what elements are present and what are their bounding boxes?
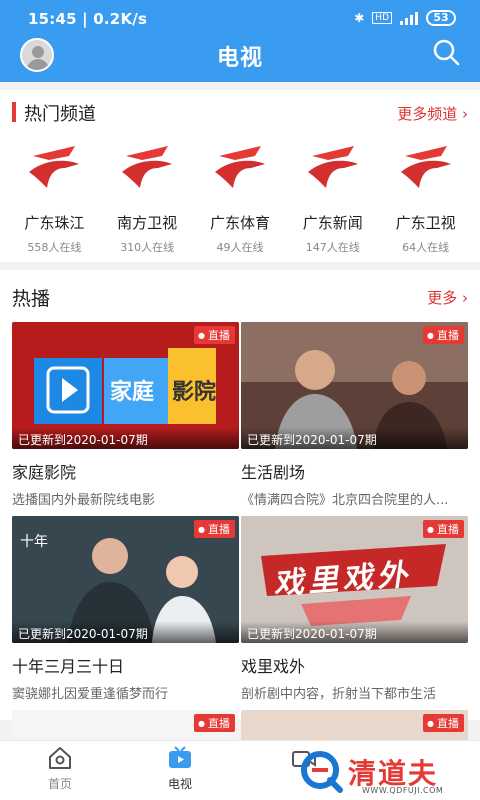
channel-online-count: 310人在线 — [120, 241, 175, 254]
status-time-speed: 15:45 | 0.2K/s — [28, 10, 148, 28]
program-thumbnail[interactable]: 直播 已更新到2020-01-07期 — [241, 322, 468, 449]
program-thumbnail[interactable]: 直播 — [12, 710, 239, 740]
hd-icon: HD — [372, 12, 392, 24]
gdtv-logo-icon — [122, 146, 173, 188]
tab-tv[interactable]: 电视 — [140, 745, 220, 792]
status-bar: 15:45 | 0.2K/s ✱ HD 53 — [0, 0, 480, 38]
channel-item[interactable]: 广东珠江 558人在线 — [11, 142, 97, 255]
channel-item[interactable]: 广东体育 49人在线 — [197, 142, 283, 255]
hot-channels-title: 热门频道 — [24, 104, 96, 125]
watermark-url: WWW.QDFUJI.COM — [362, 786, 444, 795]
live-badge: 直播 — [423, 714, 464, 732]
svg-text:十年: 十年 — [20, 534, 48, 550]
channel-name: 广东珠江 — [24, 214, 85, 232]
live-badge: 直播 — [423, 326, 464, 344]
program-card[interactable]: 直播 — [12, 710, 239, 740]
tv-icon — [169, 746, 191, 768]
gdtv-logo-icon — [307, 146, 358, 188]
tab-home[interactable]: 首页 — [20, 745, 100, 792]
program-thumbnail[interactable]: 直播 — [241, 710, 468, 740]
thumb-text-cinema: 影院 — [172, 380, 217, 405]
update-info: 已更新到2020-01-07期 — [241, 621, 468, 643]
more-channels-link[interactable]: 更多频道 › — [397, 103, 468, 124]
hot-broadcast-title: 热播 — [12, 288, 51, 310]
gdtv-logo-icon — [29, 146, 80, 188]
live-badge: 直播 — [194, 714, 235, 732]
program-card[interactable]: 直播 已更新到2020-01-07期 生活剧场 《情满四合院》北京四合院里的人.… — [241, 322, 468, 508]
program-card[interactable]: 家庭 影院 直播 已更新到2020-01-07期 家庭影院 选播国内外最新院线电… — [12, 322, 239, 508]
program-desc: 选播国内外最新院线电影 — [12, 493, 156, 508]
channel-item[interactable]: 广东新闻 147人在线 — [290, 142, 376, 255]
program-title: 十年三月三十日 — [12, 657, 125, 676]
program-thumbnail[interactable]: 戏里戏外 直播 已更新到2020-01-07期 — [241, 516, 468, 643]
channel-name: 广东卫视 — [395, 214, 456, 232]
channel-online-count: 64人在线 — [402, 241, 450, 254]
live-badge: 直播 — [423, 520, 464, 538]
watermark: 清道夫 WWW.QDFUJI.COM — [300, 748, 478, 798]
program-thumbnail[interactable]: 十年 直播 已更新到2020-01-07期 — [12, 516, 239, 643]
hot-broadcast-section: 热播 更多 › 家庭 影院 直播 已更新到2020-01-07期 家庭影院 选播… — [0, 270, 480, 740]
program-desc: 《情满四合院》北京四合院里的人... — [241, 493, 449, 508]
battery-icon: 53 — [426, 10, 456, 26]
tab-home-label: 首页 — [47, 777, 72, 791]
bluetooth-icon: ✱ — [354, 11, 365, 25]
channel-list: 广东珠江 558人在线 南方卫视 310人在线 广东体育 49人在线 广东新闻 … — [0, 142, 480, 255]
channel-online-count: 49人在线 — [216, 241, 264, 254]
channel-online-count: 147人在线 — [305, 241, 360, 254]
app-header: 电视 — [0, 38, 480, 82]
update-info: 已更新到2020-01-07期 — [12, 427, 239, 449]
channel-item[interactable]: 广东卫视 64人在线 — [383, 142, 469, 255]
search-icon[interactable] — [432, 38, 460, 66]
live-badge: 直播 — [194, 520, 235, 538]
signal-icon — [400, 11, 418, 25]
hot-channels-header: 热门频道 更多频道 › — [0, 90, 480, 134]
gdtv-logo-icon — [214, 146, 265, 188]
update-info: 已更新到2020-01-07期 — [241, 427, 468, 449]
program-title: 生活剧场 — [241, 463, 306, 482]
program-title: 家庭影院 — [12, 463, 77, 482]
channel-online-count: 558人在线 — [27, 241, 82, 254]
channel-item[interactable]: 南方卫视 310人在线 — [104, 142, 190, 255]
program-card[interactable]: 十年 直播 已更新到2020-01-07期 十年三月三十日 窦骁娜扎因爱重逢循梦… — [12, 516, 239, 702]
channel-name: 南方卫视 — [117, 214, 178, 232]
more-hot-link[interactable]: 更多 › — [427, 287, 468, 308]
hot-channels-section: 热门频道 更多频道 › 广东珠江 558人在线 南方卫视 310人在线 广东体育… — [0, 90, 480, 262]
update-info: 已更新到2020-01-07期 — [12, 621, 239, 643]
top-bar: 15:45 | 0.2K/s ✱ HD 53 电视 — [0, 0, 480, 82]
channel-name: 广东新闻 — [302, 214, 363, 232]
program-desc: 剖析剧中内容，折射当下都市生活 — [241, 687, 437, 702]
channel-name: 广东体育 — [209, 214, 270, 232]
watermark-logo-icon — [301, 751, 343, 793]
program-card[interactable]: 戏里戏外 直播 已更新到2020-01-07期 戏里戏外 剖析剧中内容，折射当下… — [241, 516, 468, 702]
page-title: 电视 — [216, 46, 263, 71]
status-icons: ✱ HD 53 — [354, 10, 456, 26]
section-marker — [12, 102, 16, 122]
live-badge: 直播 — [194, 326, 235, 344]
program-title: 戏里戏外 — [241, 657, 306, 676]
tab-tv-label: 电视 — [167, 777, 192, 791]
thumb-text-home: 家庭 — [110, 380, 155, 405]
program-card[interactable]: 直播 — [241, 710, 468, 740]
program-desc: 窦骁娜扎因爱重逢循梦而行 — [12, 687, 169, 702]
gdtv-logo-icon — [400, 146, 451, 188]
home-icon — [49, 747, 71, 769]
program-thumbnail[interactable]: 家庭 影院 直播 已更新到2020-01-07期 — [12, 322, 239, 449]
